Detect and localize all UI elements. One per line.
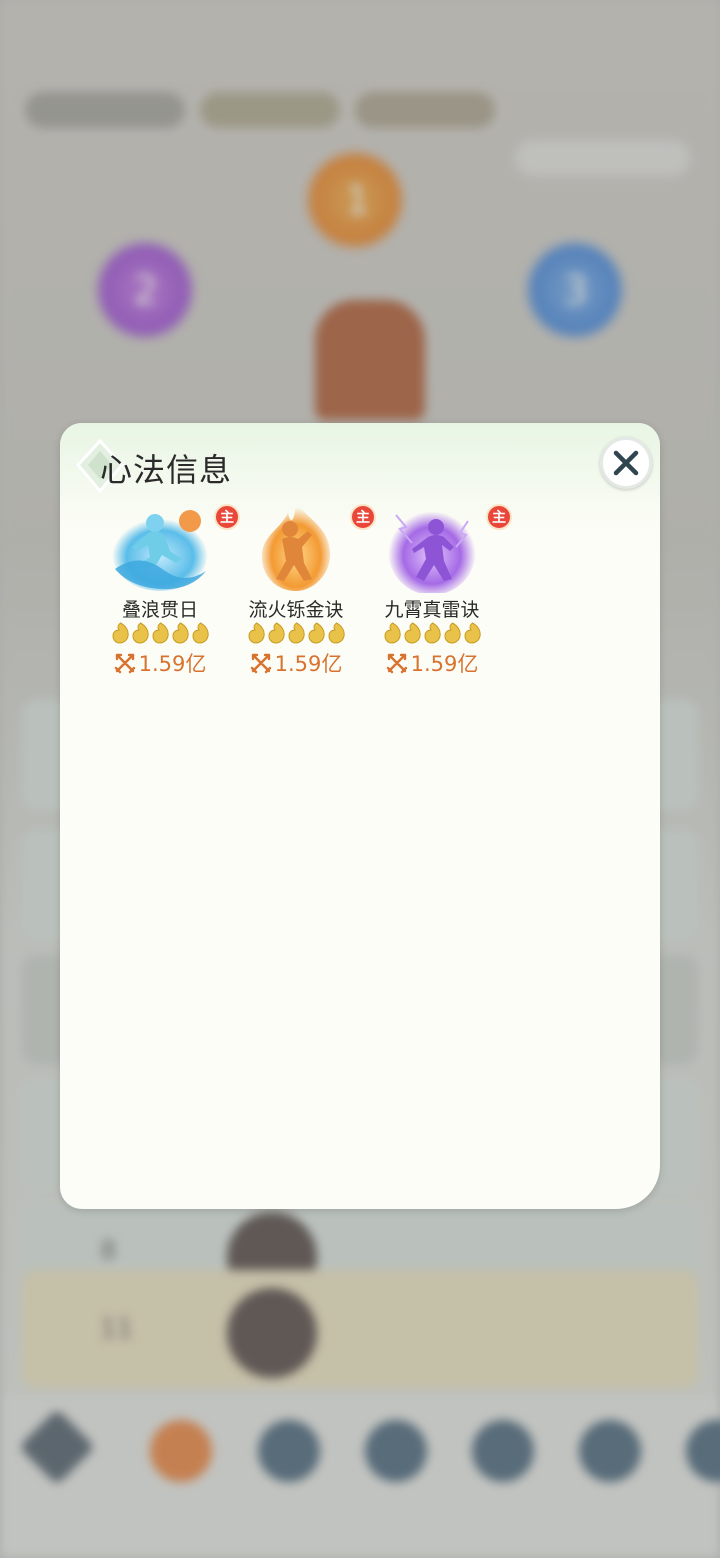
main-skill-badge: 主 [486, 504, 512, 530]
gold-star-icon [327, 622, 345, 644]
gold-star-icon [191, 622, 209, 644]
gold-star-icon [151, 622, 169, 644]
close-button[interactable] [600, 437, 652, 489]
skill-power-value: 1.59亿 [138, 652, 207, 676]
skill-power-value: 1.59亿 [274, 652, 343, 676]
gold-star-icon [423, 622, 441, 644]
skill-info-dialog: 心法信息 主 叠浪贯日 1.59亿 主 流火铄金诀 1.59亿 主 九霄真雷诀 … [60, 423, 660, 1209]
skill-power: 1.59亿 [364, 648, 500, 678]
gold-star-icon [171, 622, 189, 644]
gold-star-icon [403, 622, 421, 644]
skill-power: 1.59亿 [92, 648, 228, 678]
crossed-swords-icon [114, 653, 135, 674]
gold-star-icon [287, 622, 305, 644]
skill-stars [367, 622, 497, 644]
gold-star-icon [131, 622, 149, 644]
gold-star-icon [111, 622, 129, 644]
skill-name: 九霄真雷诀 [384, 599, 480, 621]
gold-star-icon [443, 622, 461, 644]
skill-name: 叠浪贯日 [121, 599, 198, 621]
close-icon [613, 450, 639, 476]
skill-power: 1.59亿 [228, 648, 364, 678]
skill-card-water[interactable]: 主 叠浪贯日 1.59亿 [92, 501, 240, 681]
skill-card-fire[interactable]: 主 流火铄金诀 1.59亿 [228, 501, 376, 681]
skill-power-value: 1.59亿 [410, 652, 479, 676]
gold-star-icon [307, 622, 325, 644]
skill-card-thunder[interactable]: 主 九霄真雷诀 1.59亿 [364, 501, 512, 681]
dialog-title: 心法信息 [100, 451, 233, 489]
gold-star-icon [463, 622, 481, 644]
crossed-swords-icon [250, 653, 271, 674]
skill-stars [231, 622, 361, 644]
gold-star-icon [267, 622, 285, 644]
gold-star-icon [383, 622, 401, 644]
skill-stars [95, 622, 225, 644]
crossed-swords-icon [386, 653, 407, 674]
gold-star-icon [247, 622, 265, 644]
thunder-figure-icon [388, 507, 476, 593]
fire-figure-icon [261, 503, 331, 591]
skill-name: 流火铄金诀 [248, 599, 344, 621]
water-wave-figure-icon [112, 510, 208, 591]
